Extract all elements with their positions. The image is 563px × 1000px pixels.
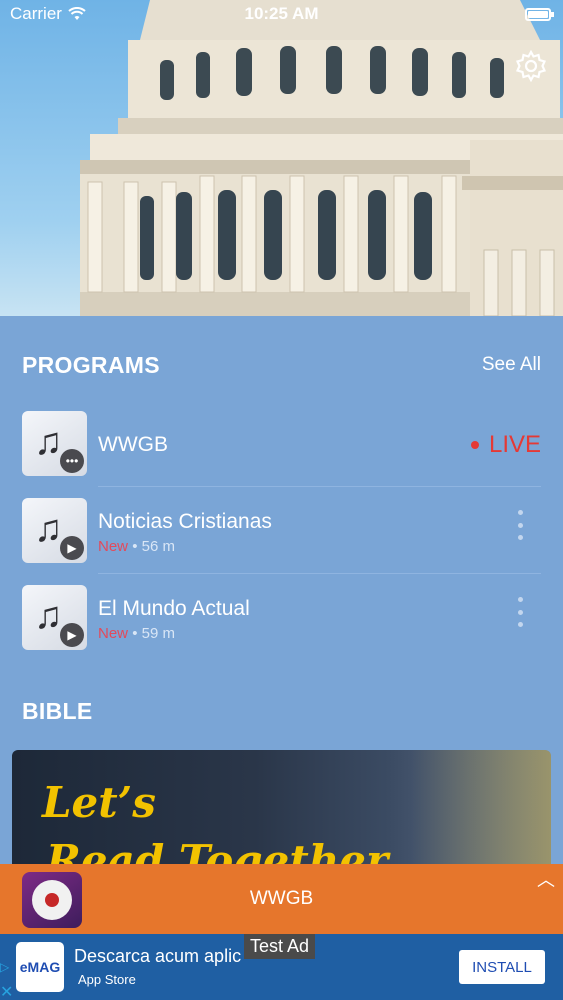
- battery-icon: [525, 8, 554, 21]
- program-item-wwgb[interactable]: ♫ ••• WWGB LIVE: [0, 401, 563, 487]
- live-dot-icon: [470, 441, 479, 449]
- ad-logo: eMAG: [16, 942, 64, 992]
- mini-player[interactable]: WWGB ︿: [0, 864, 563, 934]
- program-title: El Mundo Actual: [98, 597, 250, 620]
- music-note-icon: ♫: [34, 421, 63, 463]
- more-dots-icon: •••: [60, 449, 84, 473]
- capitol-dome-illustration: [80, 0, 563, 316]
- program-title: WWGB: [98, 433, 168, 456]
- new-badge: New: [98, 538, 129, 555]
- music-note-icon: ♫: [34, 508, 63, 550]
- program-item-el-mundo-actual[interactable]: ♫ ▶ El Mundo Actual New • 59 m: [0, 575, 563, 661]
- test-ad-label: Test Ad: [244, 934, 316, 959]
- hero-image: [0, 0, 563, 316]
- music-note-icon: ♫: [34, 595, 63, 637]
- program-duration: 59 m: [141, 625, 175, 642]
- program-artwork: ♫ ▶: [22, 498, 87, 563]
- program-item-noticias-cristianas[interactable]: ♫ ▶ Noticias Cristianas New • 56 m: [0, 488, 563, 574]
- see-all-link[interactable]: See All: [482, 354, 541, 376]
- ad-title: Descarca acum aplic: [74, 946, 242, 966]
- adchoices-icon[interactable]: ▷: [0, 960, 9, 974]
- more-options-button[interactable]: [515, 510, 525, 540]
- install-button[interactable]: INSTALL: [459, 950, 545, 984]
- play-icon: ▶: [60, 536, 84, 560]
- bible-title: BIBLE: [22, 698, 93, 724]
- settings-button[interactable]: [513, 48, 549, 84]
- separator-dot: •: [132, 538, 142, 555]
- play-icon: ▶: [60, 623, 84, 647]
- ad-store: App Store: [74, 972, 136, 987]
- program-meta: New • 59 m: [98, 625, 175, 642]
- bible-card-line1: Let’s: [42, 778, 156, 827]
- ad-banner[interactable]: ▷ ✕ eMAG Descarca acum aplic App Store I…: [0, 934, 563, 1000]
- program-meta: New • 56 m: [98, 538, 175, 555]
- ad-store-label: App Store: [78, 972, 136, 987]
- new-badge: New: [98, 625, 129, 642]
- program-title: Noticias Cristianas: [98, 510, 272, 533]
- player-title: WWGB: [249, 888, 314, 909]
- status-bar: Carrier 10:25 AM: [0, 0, 563, 28]
- separator-dot: •: [132, 625, 142, 642]
- chevron-up-icon[interactable]: ︿: [537, 866, 555, 892]
- divider: [98, 573, 541, 574]
- more-options-button[interactable]: [515, 597, 525, 627]
- live-label: LIVE: [488, 431, 541, 458]
- divider: [98, 486, 541, 487]
- wifi-icon: [68, 7, 86, 20]
- close-icon[interactable]: ✕: [0, 982, 13, 1000]
- program-duration: 56 m: [141, 538, 175, 555]
- gear-icon: [515, 49, 547, 83]
- carrier-label: Carrier: [10, 4, 62, 23]
- program-artwork: ♫ •••: [22, 411, 87, 476]
- bible-card[interactable]: Let’s Read Together: [12, 750, 551, 870]
- programs-title: PROGRAMS: [22, 352, 160, 378]
- live-indicator: LIVE: [470, 431, 541, 459]
- carrier: Carrier: [10, 4, 86, 24]
- program-artwork: ♫ ▶: [22, 585, 87, 650]
